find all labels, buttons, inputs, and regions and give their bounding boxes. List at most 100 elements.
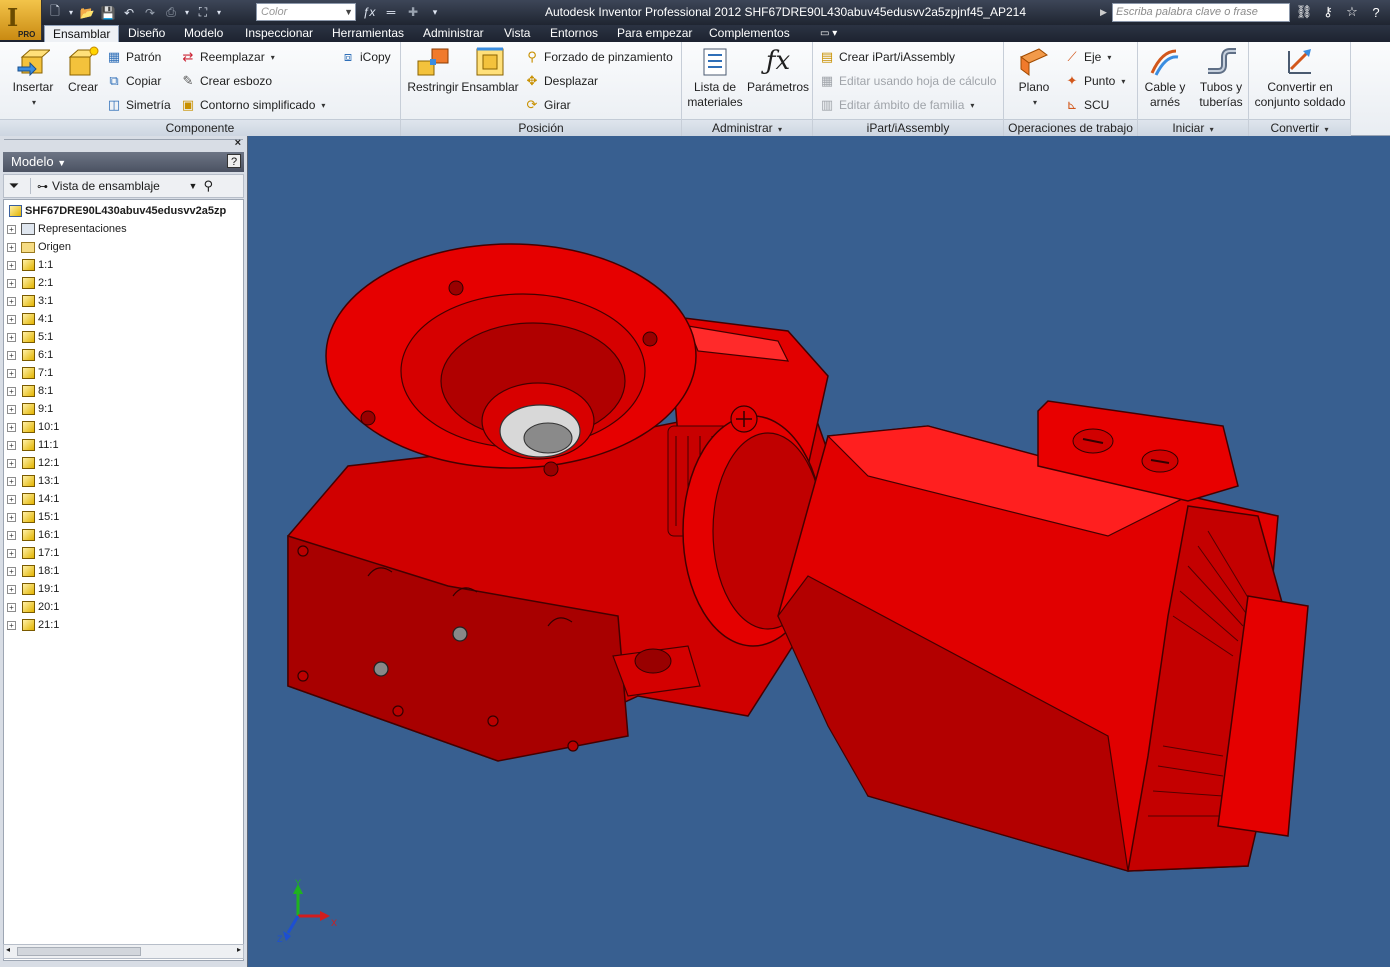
tab-administrar[interactable]: Administrar: [423, 25, 484, 42]
reemplazar-button[interactable]: ⇄ Reemplazar ▾: [180, 47, 275, 67]
tree-item[interactable]: +17:1: [7, 544, 59, 562]
measure-icon[interactable]: ═: [382, 3, 400, 21]
desplazar-button[interactable]: ✥ Desplazar: [524, 71, 598, 91]
plano-button[interactable]: Plano ▾: [1008, 44, 1060, 110]
expand-icon[interactable]: +: [7, 512, 16, 522]
ensamblar-button[interactable]: Ensamblar: [461, 44, 519, 95]
graphics-viewport[interactable]: Y X Z: [247, 136, 1390, 967]
expand-icon[interactable]: +: [7, 386, 16, 396]
dropdown-arrow-icon[interactable]: ▾: [183, 4, 191, 22]
expand-icon[interactable]: +: [7, 332, 16, 342]
scroll-right-icon[interactable]: ▸: [237, 945, 241, 954]
print-icon[interactable]: ⎙: [162, 4, 180, 22]
binoculars-icon[interactable]: ⚲: [203, 178, 213, 194]
scroll-left-icon[interactable]: ◂: [6, 945, 10, 954]
search-expand-icon[interactable]: ▶: [1100, 3, 1112, 22]
tree-item[interactable]: +18:1: [7, 562, 59, 580]
tree-item[interactable]: +1:1: [7, 256, 53, 274]
tree-item[interactable]: +5:1: [7, 328, 53, 346]
tree-item[interactable]: +4:1: [7, 310, 53, 328]
scrollbar-thumb[interactable]: [17, 947, 141, 956]
contorno-simplificado-button[interactable]: ▣ Contorno simplificado ▾: [180, 95, 326, 115]
expand-icon[interactable]: +: [7, 440, 16, 450]
tree-item[interactable]: +14:1: [7, 490, 59, 508]
cable-arnes-button[interactable]: Cable y arnés: [1140, 44, 1190, 110]
tree-item[interactable]: +9:1: [7, 400, 53, 418]
tubos-tuberias-button[interactable]: Tubos y tuberías: [1194, 44, 1248, 110]
restringir-button[interactable]: Restringir: [404, 44, 462, 95]
tree-item[interactable]: +13:1: [7, 472, 59, 490]
function-icon[interactable]: ƒx: [360, 3, 378, 21]
editar-hoja-button[interactable]: ▦ Editar usando hoja de cálculo: [819, 71, 997, 91]
tree-item[interactable]: +10:1: [7, 418, 59, 436]
tree-item[interactable]: +7:1: [7, 364, 53, 382]
help-icon[interactable]: ?: [227, 154, 241, 168]
dropdown-arrow-icon[interactable]: ▾: [67, 4, 75, 22]
tab-diseno[interactable]: Diseño: [128, 25, 165, 42]
expand-icon[interactable]: +: [7, 422, 16, 432]
color-combo[interactable]: Color ▼: [256, 3, 356, 21]
convertir-soldado-button[interactable]: Convertir en conjunto soldado: [1252, 44, 1348, 110]
save-icon[interactable]: 💾: [99, 4, 117, 22]
expand-icon[interactable]: +: [7, 584, 16, 594]
lista-materiales-button[interactable]: Lista de materiales: [686, 44, 744, 110]
tree-item[interactable]: + Origen: [7, 238, 71, 256]
expand-icon[interactable]: +: [7, 278, 16, 288]
expand-icon[interactable]: +: [7, 314, 16, 324]
expand-icon[interactable]: +: [7, 242, 16, 252]
select-icon[interactable]: ⛶: [194, 4, 212, 22]
expand-icon[interactable]: +: [7, 476, 16, 486]
help-icon[interactable]: ?: [1367, 3, 1385, 21]
crear-esbozo-button[interactable]: ✎ Crear esbozo: [180, 71, 273, 91]
girar-button[interactable]: ⟳ Girar: [524, 95, 571, 115]
tree-item[interactable]: + Representaciones: [7, 220, 127, 238]
expand-icon[interactable]: +: [7, 494, 16, 504]
tree-item[interactable]: +20:1: [7, 598, 59, 616]
binoculars-icon[interactable]: ⛓: [1295, 3, 1313, 21]
tab-ensamblar[interactable]: Ensamblar: [44, 25, 120, 42]
editar-ambito-button[interactable]: ▥ Editar ámbito de familia ▾: [819, 95, 975, 115]
tab-vista[interactable]: Vista: [504, 25, 530, 42]
filter-icon[interactable]: ⏷: [4, 178, 24, 194]
tree-item[interactable]: +6:1: [7, 346, 53, 364]
eje-button[interactable]: ⟋ Eje ▾: [1064, 47, 1111, 67]
tree-item[interactable]: +8:1: [7, 382, 53, 400]
tree-item[interactable]: +21:1: [7, 616, 59, 634]
expand-icon[interactable]: +: [7, 260, 16, 270]
tree-item[interactable]: +3:1: [7, 292, 53, 310]
expand-icon[interactable]: +: [7, 350, 16, 360]
browser-view-select[interactable]: Vista de ensamblaje: [52, 179, 160, 193]
tree-item[interactable]: +12:1: [7, 454, 59, 472]
expand-icon[interactable]: +: [7, 458, 16, 468]
expand-icon[interactable]: +: [7, 548, 16, 558]
expand-icon[interactable]: +: [7, 566, 16, 576]
new-icon[interactable]: 🗋: [46, 4, 64, 22]
forzado-pinzamiento-button[interactable]: ⚲ Forzado de pinzamiento: [524, 47, 673, 67]
tree-item[interactable]: +19:1: [7, 580, 59, 598]
star-icon[interactable]: ☆: [1343, 3, 1361, 21]
tab-para-empezar[interactable]: Para empezar: [617, 25, 692, 42]
tree-item[interactable]: +11:1: [7, 436, 59, 454]
crear-button[interactable]: Crear: [64, 44, 102, 95]
close-icon[interactable]: ×: [235, 137, 241, 149]
tab-inspeccionar[interactable]: Inspeccionar: [245, 25, 313, 42]
tab-herramientas[interactable]: Herramientas: [332, 25, 404, 42]
open-icon[interactable]: 📂: [78, 4, 96, 22]
customize-icon[interactable]: ▾: [426, 3, 444, 21]
panel-title-administrar[interactable]: Administrar ▾: [682, 119, 812, 136]
application-menu-button[interactable]: I PRO: [0, 0, 42, 40]
punto-button[interactable]: ✦ Punto ▾: [1064, 71, 1126, 91]
panel-title-convertir[interactable]: Convertir ▾: [1249, 119, 1350, 136]
redo-icon[interactable]: ↷: [141, 4, 159, 22]
expand-icon[interactable]: +: [7, 296, 16, 306]
browser-header[interactable]: Modelo ▼ ?: [3, 152, 244, 172]
search-input[interactable]: Escriba palabra clave o frase: [1112, 3, 1290, 22]
horizontal-scrollbar[interactable]: ◂ ▸: [3, 944, 244, 959]
expand-icon[interactable]: +: [7, 620, 16, 630]
expand-icon[interactable]: +: [7, 602, 16, 612]
chevron-down-icon[interactable]: ▼: [189, 181, 198, 191]
tab-modelo[interactable]: Modelo: [184, 25, 223, 42]
insertar-button[interactable]: Insertar ▾: [8, 44, 58, 110]
copiar-button[interactable]: ⧉ Copiar: [106, 71, 161, 91]
crear-ipart-button[interactable]: ▤ Crear iPart/iAssembly: [819, 47, 955, 67]
